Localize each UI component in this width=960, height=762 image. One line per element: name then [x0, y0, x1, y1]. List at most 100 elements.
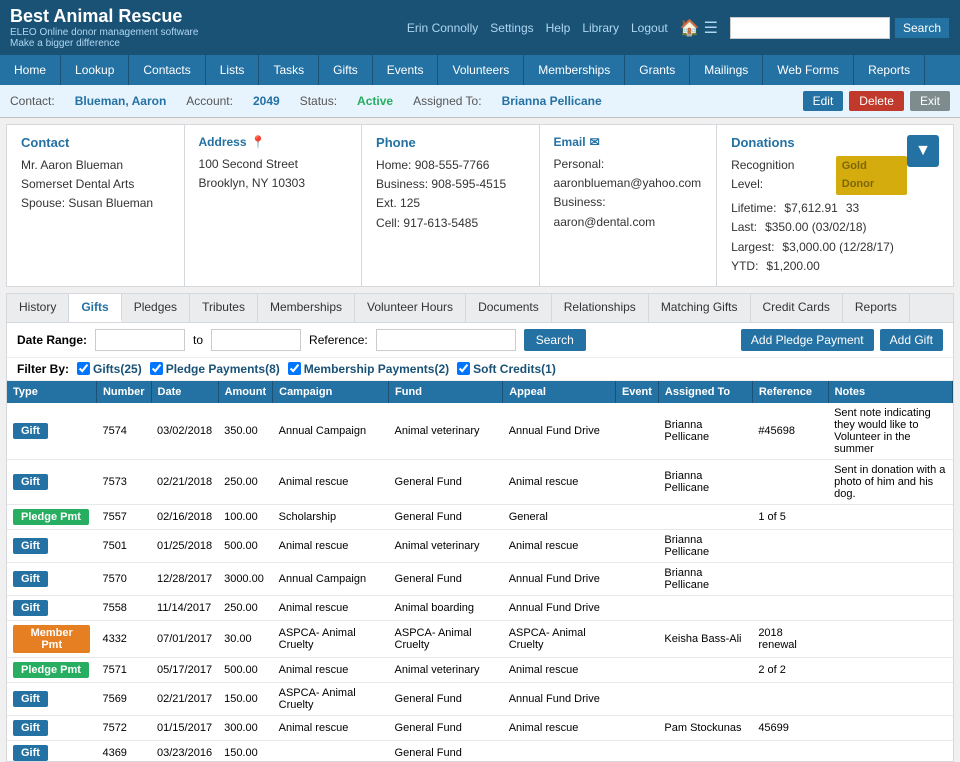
library-link[interactable]: Library: [582, 21, 619, 35]
tab-credit-cards[interactable]: Credit Cards: [751, 294, 843, 322]
cell-event: [615, 504, 658, 529]
type-button[interactable]: Gift: [13, 691, 48, 707]
date-to-input[interactable]: [211, 329, 301, 351]
account-value[interactable]: 2049: [253, 94, 280, 108]
nav-webforms[interactable]: Web Forms: [763, 55, 854, 85]
cell-type[interactable]: Gift: [7, 595, 96, 620]
date-range-label: Date Range:: [17, 333, 87, 347]
filter-soft-credits-checkbox[interactable]: Soft Credits(1): [457, 362, 556, 376]
cell-number: 7571: [96, 657, 151, 682]
nav-grants[interactable]: Grants: [625, 55, 690, 85]
cell-event: [615, 459, 658, 504]
cell-type[interactable]: Gift: [7, 529, 96, 562]
cell-amount: 150.00: [218, 740, 273, 761]
table-row[interactable]: Gift 7574 03/02/2018 350.00 Annual Campa…: [7, 403, 953, 460]
gifts-table-wrapper: Type Number Date Amount Campaign Fund Ap…: [7, 381, 953, 761]
edit-button[interactable]: Edit: [803, 91, 844, 111]
table-row[interactable]: Pledge Pmt 7557 02/16/2018 100.00 Schola…: [7, 504, 953, 529]
table-row[interactable]: Gift 7558 11/14/2017 250.00 Animal rescu…: [7, 595, 953, 620]
cell-type[interactable]: Gift: [7, 682, 96, 715]
table-row[interactable]: Gift 7501 01/25/2018 500.00 Animal rescu…: [7, 529, 953, 562]
nav-events[interactable]: Events: [373, 55, 439, 85]
table-row[interactable]: Gift 7573 02/21/2018 250.00 Animal rescu…: [7, 459, 953, 504]
tab-volunteer-hours[interactable]: Volunteer Hours: [355, 294, 466, 322]
table-row[interactable]: Pledge Pmt 7571 05/17/2017 500.00 Animal…: [7, 657, 953, 682]
tab-documents[interactable]: Documents: [466, 294, 552, 322]
add-gift-button[interactable]: Add Gift: [880, 329, 943, 351]
cell-date: 02/16/2018: [151, 504, 218, 529]
cell-type[interactable]: Member Pmt: [7, 620, 96, 657]
cell-assigned-to: Keisha Bass-Ali: [658, 620, 752, 657]
type-button[interactable]: Gift: [13, 600, 48, 616]
nav-gifts[interactable]: Gifts: [319, 55, 373, 85]
settings-link[interactable]: Settings: [490, 21, 533, 35]
table-row[interactable]: Gift 4369 03/23/2016 150.00 General Fund: [7, 740, 953, 761]
cell-event: [615, 620, 658, 657]
nav-reports[interactable]: Reports: [854, 55, 925, 85]
filter-gifts-checkbox[interactable]: Gifts(25): [77, 362, 142, 376]
date-from-input[interactable]: [95, 329, 185, 351]
status-label: Status:: [300, 94, 337, 108]
tab-matching-gifts[interactable]: Matching Gifts: [649, 294, 751, 322]
tab-tributes[interactable]: Tributes: [190, 294, 258, 322]
cell-type[interactable]: Gift: [7, 740, 96, 761]
recognition-row: Recognition Level: Gold Donor: [731, 156, 907, 195]
nav-lookup[interactable]: Lookup: [61, 55, 129, 85]
donations-expand-button[interactable]: ▼: [907, 135, 939, 167]
cell-type[interactable]: Gift: [7, 403, 96, 460]
delete-button[interactable]: Delete: [849, 91, 904, 111]
cell-type[interactable]: Gift: [7, 715, 96, 740]
cell-reference: 1 of 5: [752, 504, 828, 529]
status-value: Active: [357, 94, 393, 108]
global-search-button[interactable]: Search: [894, 17, 950, 39]
col-reference: Reference: [752, 381, 828, 403]
cell-type[interactable]: Gift: [7, 562, 96, 595]
exit-button[interactable]: Exit: [910, 91, 950, 111]
tab-reports[interactable]: Reports: [843, 294, 910, 322]
nav-contacts[interactable]: Contacts: [129, 55, 205, 85]
nav-home[interactable]: Home: [0, 55, 61, 85]
search-icons: 🏠 ☰: [680, 18, 718, 38]
table-row[interactable]: Gift 7572 01/15/2017 300.00 Animal rescu…: [7, 715, 953, 740]
tab-memberships[interactable]: Memberships: [258, 294, 355, 322]
tab-gifts[interactable]: Gifts: [69, 294, 121, 322]
cell-type[interactable]: Gift: [7, 459, 96, 504]
type-button[interactable]: Gift: [13, 745, 48, 761]
type-button[interactable]: Gift: [13, 474, 48, 490]
cell-type[interactable]: Pledge Pmt: [7, 504, 96, 529]
cell-type[interactable]: Pledge Pmt: [7, 657, 96, 682]
help-link[interactable]: Help: [546, 21, 571, 35]
nav-tasks[interactable]: Tasks: [259, 55, 319, 85]
tab-history[interactable]: History: [7, 294, 69, 322]
contact-name[interactable]: Blueman, Aaron: [75, 94, 167, 108]
table-row[interactable]: Gift 7569 02/21/2017 150.00 ASPCA- Anima…: [7, 682, 953, 715]
type-button[interactable]: Gift: [13, 720, 48, 736]
nav-memberships[interactable]: Memberships: [524, 55, 625, 85]
table-row[interactable]: Member Pmt 4332 07/01/2017 30.00 ASPCA- …: [7, 620, 953, 657]
nav-volunteers[interactable]: Volunteers: [438, 55, 524, 85]
header-search: Search: [730, 17, 950, 39]
tab-relationships[interactable]: Relationships: [552, 294, 649, 322]
type-button[interactable]: Member Pmt: [13, 625, 90, 653]
tab-pledges[interactable]: Pledges: [122, 294, 190, 322]
logout-link[interactable]: Logout: [631, 21, 668, 35]
nav-mailings[interactable]: Mailings: [690, 55, 763, 85]
type-button[interactable]: Gift: [13, 538, 48, 554]
type-button[interactable]: Gift: [13, 423, 48, 439]
home-icon[interactable]: 🏠: [680, 18, 700, 38]
type-button[interactable]: Pledge Pmt: [13, 509, 89, 525]
reference-input[interactable]: [376, 329, 516, 351]
cell-amount: 3000.00: [218, 562, 273, 595]
filter-search-button[interactable]: Search: [524, 329, 586, 351]
filter-pledge-payments-checkbox[interactable]: Pledge Payments(8): [150, 362, 280, 376]
global-search-input[interactable]: [730, 17, 890, 39]
type-button[interactable]: Pledge Pmt: [13, 662, 89, 678]
list-icon[interactable]: ☰: [704, 18, 718, 38]
table-row[interactable]: Gift 7570 12/28/2017 3000.00 Annual Camp…: [7, 562, 953, 595]
type-button[interactable]: Gift: [13, 571, 48, 587]
nav-lists[interactable]: Lists: [206, 55, 260, 85]
account-label: Account:: [186, 94, 233, 108]
add-pledge-payment-button[interactable]: Add Pledge Payment: [741, 329, 874, 351]
contact-spouse: Spouse: Susan Blueman: [21, 194, 170, 213]
filter-membership-payments-checkbox[interactable]: Membership Payments(2): [288, 362, 449, 376]
